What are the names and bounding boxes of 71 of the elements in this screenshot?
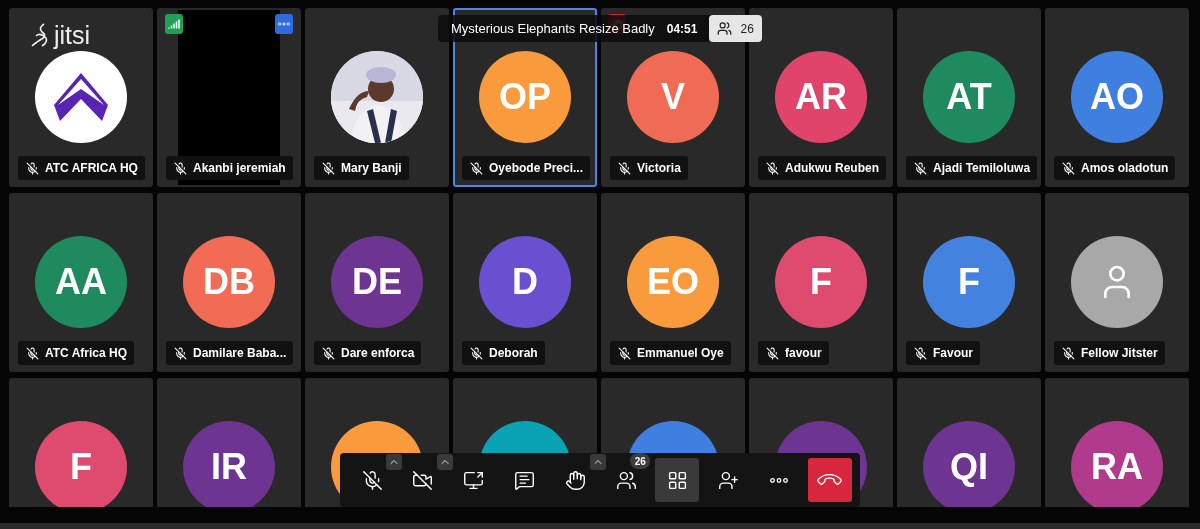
participant-name: Deborah — [462, 341, 545, 365]
menu-caret[interactable] — [386, 454, 402, 470]
more-icon — [770, 477, 788, 483]
screen-share-icon — [463, 469, 485, 491]
participant-tile[interactable]: D Deborah — [453, 193, 597, 372]
hand-icon — [565, 469, 586, 491]
participant-name: Mary Banji — [314, 156, 409, 180]
avatar: RA — [1071, 421, 1163, 507]
participant-name: Adukwu Reuben — [758, 156, 886, 180]
participant-tile[interactable]: EO Emmanuel Oye — [601, 193, 745, 372]
signal-badge[interactable] — [165, 14, 183, 34]
participant-name: Amos oladotun — [1054, 156, 1176, 180]
participant-tile[interactable]: F — [9, 378, 153, 507]
participant-name: Ajadi Temiloluwa — [906, 156, 1038, 180]
jitsi-wordmark: jitsi — [54, 22, 91, 48]
avatar: EO — [627, 236, 719, 328]
more-badge[interactable] — [275, 14, 293, 34]
participant-tile[interactable]: DE Dare enforca — [305, 193, 449, 372]
participant-name: Damilare Baba... — [166, 341, 294, 365]
participant-name: ATC Africa HQ — [18, 341, 134, 365]
avatar: OP — [479, 51, 571, 143]
hang-up-button[interactable] — [807, 458, 852, 502]
participant-tile[interactable]: Akanbi jeremiah — [157, 8, 301, 187]
participant-tile[interactable]: AA ATC Africa HQ — [9, 193, 153, 372]
count-badge: 26 — [630, 453, 651, 469]
participant-name: Fellow Jitster — [1054, 341, 1165, 365]
mic-off-icon — [361, 469, 383, 491]
avatar: DE — [331, 236, 423, 328]
participant-tile[interactable]: RA — [1045, 378, 1189, 507]
participant-name: ATC AFRICA HQ — [18, 156, 145, 180]
participant-tile[interactable]: F favour — [749, 193, 893, 372]
participant-name: Dare enforca — [314, 341, 422, 365]
people-icon — [717, 21, 733, 36]
participant-name: Oyebode Preci... — [462, 156, 591, 180]
avatar: F — [775, 236, 867, 328]
participant-tile[interactable]: AO Amos oladotun — [1045, 8, 1189, 187]
participant-tile[interactable]: Fellow Jitster — [1045, 193, 1189, 372]
add-person-icon — [717, 469, 739, 491]
participant-tile[interactable]: IR — [157, 378, 301, 507]
avatar: AA — [35, 236, 127, 328]
signal-icon — [168, 18, 180, 30]
avatar: F — [35, 421, 127, 507]
avatar: V — [627, 51, 719, 143]
avatar: AO — [1071, 51, 1163, 143]
avatar: AR — [775, 51, 867, 143]
participant-tile[interactable]: DB Damilare Baba... — [157, 193, 301, 372]
participant-tile[interactable]: AT Ajadi Temiloluwa — [897, 8, 1041, 187]
tile-view-button[interactable] — [655, 458, 700, 502]
participant-tile[interactable]: QI — [897, 378, 1041, 507]
avatar: AT — [923, 51, 1015, 143]
chat-icon — [514, 469, 536, 491]
avatar: F — [923, 236, 1015, 328]
menu-caret[interactable] — [436, 454, 453, 470]
meeting-timer: 04:51 — [666, 21, 698, 36]
participant-count[interactable]: 26 — [709, 15, 762, 42]
people-icon — [615, 469, 637, 491]
avatar: QI — [923, 421, 1015, 507]
participant-tile[interactable]: Mary Banji — [305, 8, 449, 187]
avatar: D — [479, 236, 571, 328]
participant-name: Favour — [906, 341, 980, 365]
participant-name: Emmanuel Oye — [610, 341, 731, 365]
participant-name: favour — [758, 341, 829, 365]
menu-caret[interactable] — [589, 454, 606, 470]
camera-off-icon — [412, 469, 434, 491]
participant-name: Akanbi jeremiah — [166, 156, 293, 180]
grid-icon — [666, 469, 688, 491]
more-icon — [278, 22, 290, 26]
participant-name: Victoria — [610, 156, 688, 180]
avatar: IR — [183, 421, 275, 507]
avatar: DB — [183, 236, 275, 328]
participant-tile[interactable]: F Favour — [897, 193, 1041, 372]
